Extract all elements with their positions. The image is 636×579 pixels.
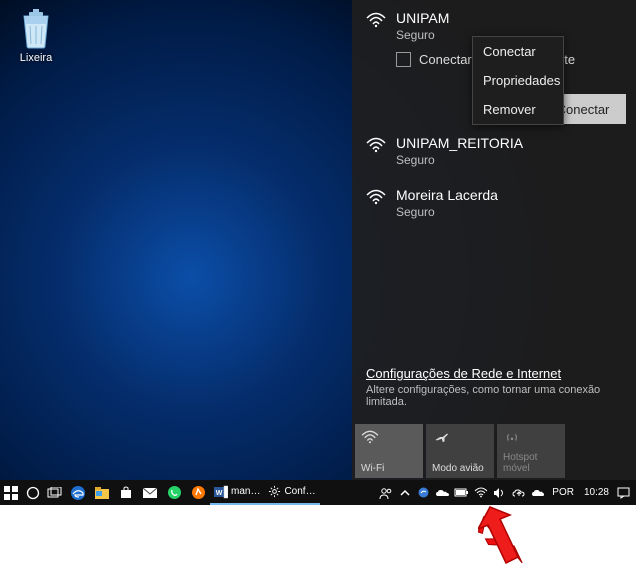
wifi-network-name: Moreira Lacerda <box>396 187 498 203</box>
taskbar-app-avast[interactable] <box>186 480 210 505</box>
wifi-icon <box>366 137 386 153</box>
taskbar-app-mail[interactable] <box>138 480 162 505</box>
wifi-icon <box>361 430 417 448</box>
context-menu-remove[interactable]: Remover <box>473 95 563 124</box>
recycle-bin-label: Lixeira <box>8 52 64 64</box>
network-settings-link[interactable]: Configurações de Rede e Internet <box>366 366 622 381</box>
start-button[interactable] <box>0 480 22 505</box>
airplane-icon <box>432 430 488 448</box>
wifi-network-item[interactable]: Moreira Lacerda Seguro <box>352 177 636 229</box>
wifi-network-item[interactable]: UNIPAM_REITORIA Seguro <box>352 125 636 177</box>
task-view-button[interactable] <box>44 480 66 505</box>
tray-cloud-upload-icon[interactable] <box>510 480 527 505</box>
context-menu-connect[interactable]: Conectar <box>473 37 563 66</box>
tray-language[interactable]: POR <box>548 487 578 498</box>
tile-label: Modo avião <box>432 463 488 474</box>
taskbar-app-explorer[interactable] <box>90 480 114 505</box>
desktop[interactable]: Lixeira UNIPAM Seguro Conectar automatic… <box>0 0 636 505</box>
wifi-network-name: UNIPAM <box>396 10 449 26</box>
wifi-icon <box>366 12 386 28</box>
taskbar-app-settings[interactable]: Conf… <box>264 480 319 505</box>
tray-wifi-icon[interactable] <box>472 480 489 505</box>
tile-label: Wi-Fi <box>361 463 417 474</box>
wifi-flyout: UNIPAM Seguro Conectar automaticamente C… <box>352 0 636 480</box>
tile-wifi[interactable]: Wi-Fi <box>355 424 423 478</box>
annotation-arrow <box>478 505 538 575</box>
taskbar-app-edge[interactable] <box>66 480 90 505</box>
tile-label: Hotspot móvel <box>503 452 559 474</box>
tray-clock[interactable]: 10:28 <box>580 487 613 498</box>
annotation-area <box>0 505 636 579</box>
quick-action-tiles: Wi-Fi Modo avião Hotspot móvel <box>352 422 565 480</box>
taskbar-app-store[interactable] <box>114 480 138 505</box>
hotspot-icon <box>503 430 559 448</box>
wifi-network-status: Seguro <box>396 28 449 42</box>
tray-volume-icon[interactable] <box>491 480 508 505</box>
tile-airplane[interactable]: Modo avião <box>426 424 494 478</box>
tray-people[interactable] <box>377 480 394 505</box>
tray-overflow[interactable] <box>396 480 413 505</box>
wifi-icon <box>366 189 386 205</box>
recycle-bin[interactable]: Lixeira <box>8 6 64 64</box>
wifi-network-status: Seguro <box>396 153 523 167</box>
tray-action-center[interactable] <box>615 480 632 505</box>
tray-cloud-icon[interactable] <box>529 480 546 505</box>
tray-sync-icon[interactable] <box>415 480 432 505</box>
cortana-button[interactable] <box>22 480 44 505</box>
taskbar-app-word[interactable]: W man… <box>210 480 264 505</box>
taskbar: W man… Conf… POR 10:28 <box>0 480 636 505</box>
tile-hotspot[interactable]: Hotspot móvel <box>497 424 565 478</box>
tray-onedrive-icon[interactable] <box>434 480 451 505</box>
svg-text:W: W <box>216 490 223 497</box>
recycle-bin-icon <box>16 6 56 50</box>
context-menu-properties[interactable]: Propriedades <box>473 66 563 95</box>
tray-battery-icon[interactable] <box>453 480 470 505</box>
wifi-context-menu: Conectar Propriedades Remover <box>472 36 564 125</box>
wifi-network-status: Seguro <box>396 205 498 219</box>
taskbar-app-whatsapp[interactable] <box>162 480 186 505</box>
network-settings-sub: Altere configurações, como tornar uma co… <box>366 384 622 408</box>
checkbox-icon <box>396 52 411 67</box>
wifi-network-name: UNIPAM_REITORIA <box>396 135 523 151</box>
